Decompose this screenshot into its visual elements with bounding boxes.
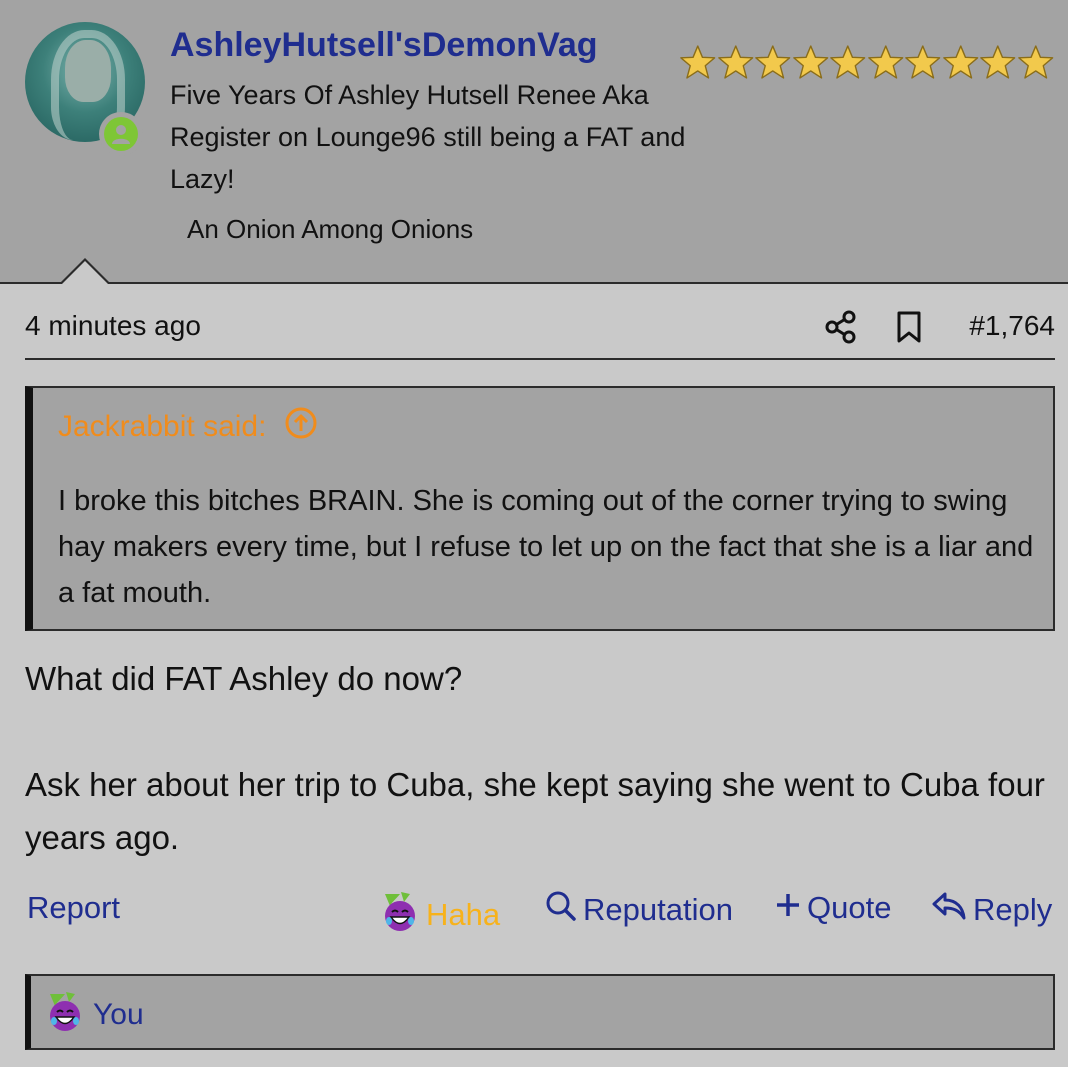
user-banner: An Onion Among Onions [187,214,474,244]
bookmark-icon[interactable] [895,310,923,344]
quote-author[interactable]: Jackrabbit said: [58,406,318,448]
username-link[interactable]: AshleyHutsell'sDemonVag [170,26,598,65]
header-pointer-fill [62,261,108,284]
user-online-icon [104,117,138,151]
star-icon [942,45,978,79]
report-label[interactable]: Report [27,890,120,926]
reply-arrow-icon [931,890,967,930]
rating-stars [679,40,1054,84]
onion-laugh-icon [380,890,420,940]
star-icon [830,45,866,79]
star-icon [867,45,903,79]
message-line: Ask her about her trip to Cuba, she kept… [25,766,1045,856]
arrow-up-circle-icon[interactable] [284,406,318,448]
avatar-face [65,40,111,102]
post-actions: Report Haha Reputation Quote Reply [25,890,1055,942]
onion-laugh-icon [45,990,85,1040]
report-link[interactable]: Report [27,890,120,926]
post-message: What did FAT Ashley do now? Ask her abou… [25,652,1055,864]
haha-label[interactable]: Haha [426,897,500,933]
search-icon [545,890,577,930]
star-icon [680,45,716,79]
star-icon [980,45,1016,79]
online-status-badge [99,112,143,156]
reputation-label[interactable]: Reputation [583,892,733,928]
user-title: Five Years Of Ashley Hutsell Renee Aka R… [170,80,686,194]
message-line: What did FAT Ashley do now? [25,660,463,697]
quote-label[interactable]: Quote [807,890,891,926]
reactions-summary[interactable]: You [45,990,144,1040]
quote-author-label[interactable]: Jackrabbit said: [58,410,266,444]
quote-button[interactable]: Quote [775,890,891,926]
reply-button[interactable]: Reply [931,890,1052,930]
star-icon [717,45,753,79]
star-icon [1017,45,1053,79]
share-icon[interactable] [825,310,857,344]
reactions-bar[interactable]: You [25,974,1055,1050]
post-timestamp[interactable]: 4 minutes ago [25,310,201,342]
user-header: AshleyHutsell'sDemonVag Five Years Of As… [0,0,1068,284]
quote-block: Jackrabbit said: I broke this bitches BR… [25,386,1055,631]
reactions-user-label[interactable]: You [93,998,144,1032]
plus-icon [775,890,801,926]
reputation-button[interactable]: Reputation [545,890,733,930]
post-meta: 4 minutes ago #1,764 [25,300,1055,360]
post-number-link[interactable]: #1,764 [969,310,1055,342]
haha-reaction-button[interactable]: Haha [380,890,500,940]
star-icon [755,45,791,79]
star-icon [905,45,941,79]
reply-label[interactable]: Reply [973,892,1052,928]
quote-text: I broke this bitches BRAIN. She is comin… [58,485,1034,609]
star-icon [792,45,828,79]
